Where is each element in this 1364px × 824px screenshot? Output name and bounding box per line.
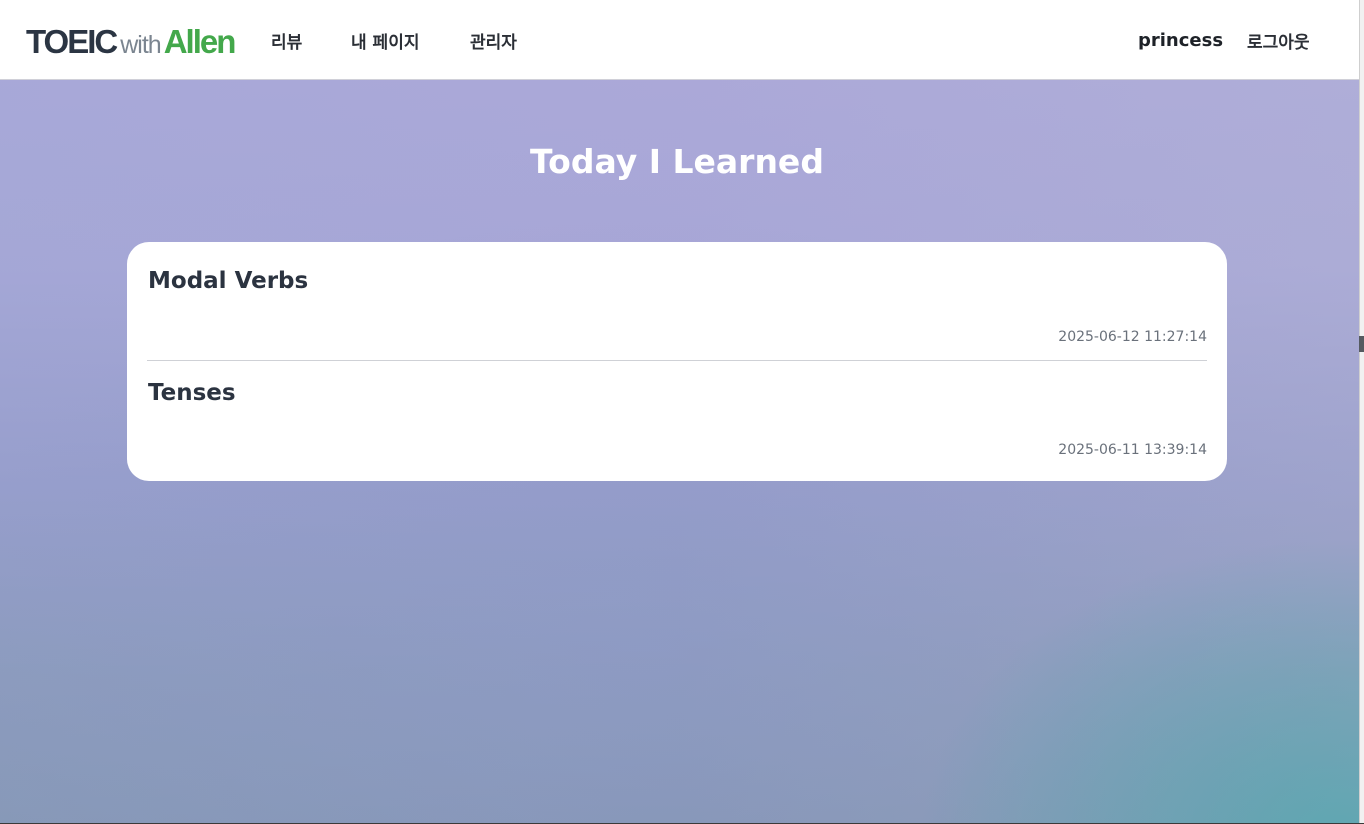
logout-link[interactable]: 로그아웃	[1247, 28, 1310, 53]
navbar: TOEIC withAllen 리뷰 내 페이지 관리자 princess 로그아…	[0, 0, 1359, 80]
logo-allen-text: Allen	[163, 23, 237, 60]
til-entry[interactable]: Tenses 2025-06-11 13:39:14	[148, 380, 1207, 462]
til-entry[interactable]: Modal Verbs 2025-06-12 11:27:14	[148, 268, 1207, 350]
til-card: Modal Verbs 2025-06-12 11:27:14 Tenses 2…	[127, 242, 1227, 481]
logo-toeic-text: TOEIC	[26, 23, 118, 60]
username-label: princess	[1138, 30, 1224, 51]
page-title: Today I Learned	[530, 142, 824, 181]
nav-admin-link[interactable]: 관리자	[470, 28, 517, 53]
nav-my-page-link[interactable]: 내 페이지	[351, 28, 419, 53]
til-entry-title: Modal Verbs	[148, 268, 309, 294]
entry-divider	[147, 360, 1207, 361]
logo[interactable]: TOEIC withAllen	[26, 22, 237, 68]
page: TOEIC withAllen 리뷰 내 페이지 관리자 princess 로그아…	[0, 0, 1359, 823]
til-entry-title: Tenses	[148, 380, 236, 406]
scrollbar-thumb[interactable]	[1359, 336, 1364, 352]
logo-with-text: with	[120, 31, 161, 59]
til-entry-date: 2025-06-11 13:39:14	[1058, 442, 1207, 458]
nav-review-link[interactable]: 리뷰	[271, 28, 302, 53]
til-entry-date: 2025-06-12 11:27:14	[1058, 329, 1207, 345]
scrollbar[interactable]	[1359, 0, 1364, 824]
